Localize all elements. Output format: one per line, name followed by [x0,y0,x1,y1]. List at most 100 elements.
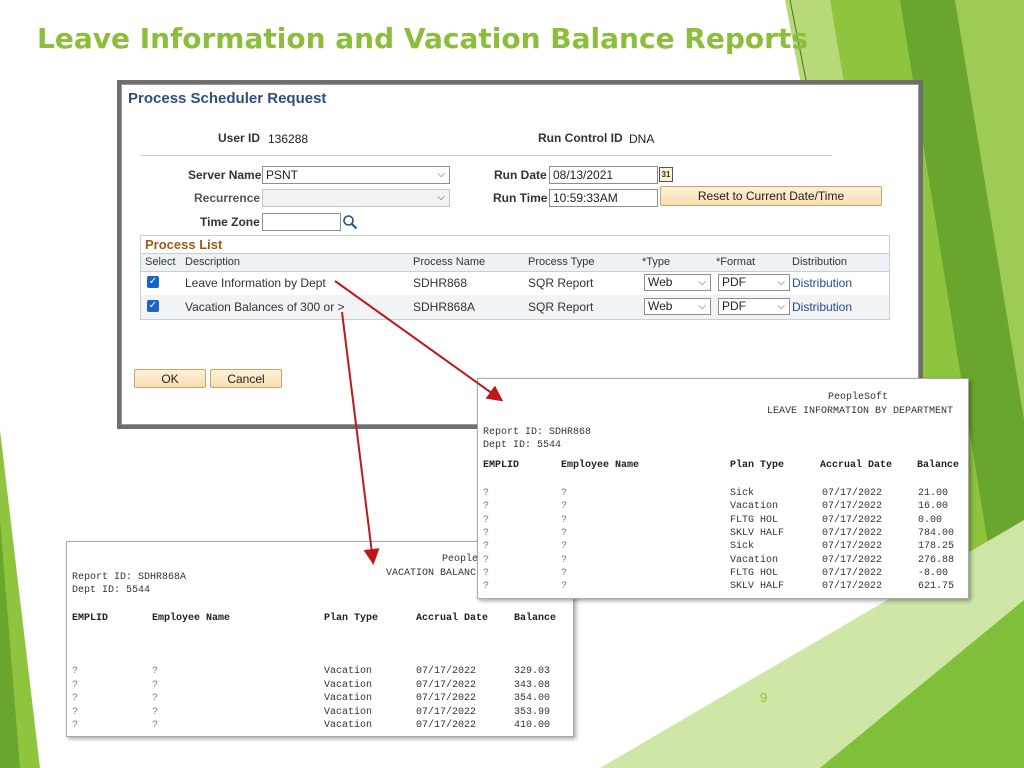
report-cell-balance: 329.03 [514,666,551,677]
row-select-checkbox[interactable]: ✓ [147,300,159,312]
report-cell-balance: 16.00 [918,501,949,513]
report-cell-date: 07/17/2022 [822,514,883,526]
report-cell-name: ? [152,679,159,691]
column-header-plan-type: Plan Type [324,613,379,624]
report-cell-name: ? [152,706,159,718]
report-cell-plan: Sick [730,488,755,499]
ok-button[interactable]: OK [134,369,206,388]
leave-information-report: PeopleSoft LEAVE INFORMATION BY DEPARTME… [477,378,969,599]
report-cell-emplid: ? [72,693,79,704]
time-zone-input[interactable] [262,213,341,231]
type-value: Web [648,299,673,313]
report-cell-name: ? [561,581,568,593]
report-dept-id: Dept ID: 5544 [72,585,151,596]
report-cell-balance: 621.75 [918,581,955,593]
report-cell-date: 07/17/2022 [822,567,883,579]
report-cell-name: ? [561,488,568,499]
report-cell-emplid: ? [72,679,79,691]
column-header-format: *Format [716,256,756,268]
report-cell-plan: FLTG HOL [730,567,779,579]
report-company: People [442,554,479,565]
report-cell-plan: Vacation [324,693,373,704]
report-cell-balance: 354.00 [514,693,551,704]
report-cell-name: ? [152,693,159,704]
report-cell-balance: -8.00 [918,567,949,579]
cancel-button[interactable]: Cancel [210,369,282,388]
user-id-value: 136288 [268,132,309,146]
process-list-title: Process List [145,237,223,252]
column-header-process-name: Process Name [413,256,486,268]
search-icon[interactable] [342,214,358,230]
process-list-grid: Process List Select Description Process … [140,235,890,320]
run-date-value: 08/13/2021 [553,168,614,182]
report-cell-name: ? [561,527,568,539]
report-cell-emplid: ? [483,541,490,553]
report-cell-name: ? [152,720,159,731]
chevron-down-icon: ⌵ [437,169,445,180]
column-header-balance: Balance [917,460,960,471]
row-description: Vacation Balances of 300 or > [185,300,345,314]
calendar-icon[interactable]: 31 [659,167,673,182]
report-cell-plan: Vacation [324,666,373,677]
type-value: Web [648,275,673,289]
report-id: Report ID: SDHR868A [72,572,187,583]
distribution-link[interactable]: Distribution [792,276,852,290]
run-date-input[interactable]: 08/13/2021 [549,166,658,184]
process-scheduler-window: Process Scheduler Request User ID 136288… [121,84,919,425]
format-select[interactable]: PDF ⌵ [718,298,790,315]
column-header-plan-type: Plan Type [730,460,785,471]
slide-title: Leave Information and Vacation Balance R… [37,22,808,55]
report-cell-plan: Sick [730,541,755,553]
page-title: Process Scheduler Request [128,90,327,107]
report-cell-plan: Vacation [324,720,373,731]
format-select[interactable]: PDF ⌵ [718,274,790,291]
report-cell-emplid: ? [483,527,490,539]
report-cell-balance: 343.08 [514,679,551,691]
column-header-distribution: Distribution [792,256,848,268]
report-cell-date: 07/17/2022 [822,554,883,566]
run-time-value: 10:59:33AM [553,191,618,205]
column-header-accrual-date: Accrual Date [416,613,489,624]
report-cell-plan: SKLV HALF [730,581,785,593]
report-cell-date: 07/17/2022 [416,720,477,731]
server-name-select[interactable]: PSNT ⌵ [262,166,450,184]
column-header-type: *Type [642,256,671,268]
chevron-down-icon: ⌵ [437,192,445,203]
report-cell-balance: 0.00 [918,514,943,526]
report-cell-name: ? [152,666,159,677]
column-header-accrual-date: Accrual Date [820,460,893,471]
row-process-type: SQR Report [528,276,594,290]
report-cell-emplid: ? [72,666,79,677]
report-cell-plan: Vacation [730,501,779,513]
reset-date-time-button[interactable]: Reset to Current Date/Time [660,186,882,206]
report-id: Report ID: SDHR868 [483,427,592,438]
column-header-description: Description [185,256,241,268]
report-cell-emplid: ? [483,501,490,513]
chevron-down-icon: ⌵ [777,277,785,288]
column-header-employee-name: Employee Name [561,460,640,471]
report-cell-emplid: ? [483,581,490,593]
type-select[interactable]: Web ⌵ [644,298,711,315]
recurrence-label: Recurrence [194,191,261,205]
row-process-type: SQR Report [528,300,594,314]
format-value: PDF [722,299,746,313]
run-time-input[interactable]: 10:59:33AM [549,189,658,207]
table-row: ✓ Leave Information by Dept SDHR868 SQR … [141,271,889,295]
report-cell-plan: FLTG HOL [730,514,779,526]
type-select[interactable]: Web ⌵ [644,274,711,291]
report-cell-date: 07/17/2022 [822,541,883,553]
report-cell-name: ? [561,541,568,553]
run-date-label: Run Date [494,168,547,182]
report-cell-date: 07/17/2022 [416,679,477,691]
report-cell-name: ? [561,501,568,513]
row-description: Leave Information by Dept [185,276,326,290]
time-zone-label: Time Zone [200,215,260,229]
recurrence-select[interactable]: ⌵ [262,189,450,207]
run-control-value: DNA [629,132,655,146]
server-name-label: Server Name [188,168,262,182]
row-select-checkbox[interactable]: ✓ [147,276,159,288]
column-header-employee-name: Employee Name [152,613,231,624]
column-header-emplid: EMPLID [483,460,520,471]
report-cell-plan: Vacation [324,706,373,718]
distribution-link[interactable]: Distribution [792,300,852,314]
